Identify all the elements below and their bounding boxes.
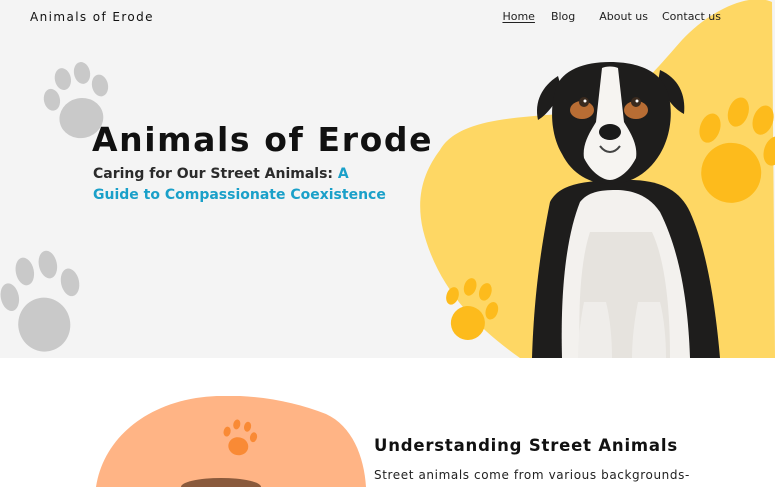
paw-print-icon — [446, 278, 499, 340]
dog-photo — [532, 62, 720, 358]
section-text: Street animals come from various backgro… — [374, 468, 693, 487]
nav-item-home[interactable]: Home — [502, 10, 534, 23]
site-logo[interactable]: Animals of Erode — [30, 10, 154, 24]
hero-section: Animals of Erode Home Blog About us Cont… — [0, 0, 775, 358]
main-nav: Home Blog About us Contact us — [502, 10, 721, 23]
hero-subtitle: Caring for Our Street Animals: A Guide t… — [93, 164, 393, 206]
hero-subtitle-lead: Caring for Our Street Animals: — [93, 166, 338, 182]
paw-print-icon — [0, 250, 80, 352]
hero-title: Animals of Erode — [92, 120, 434, 159]
section-title: Understanding Street Animals — [374, 436, 678, 455]
nav-item-blog[interactable]: Blog — [551, 10, 575, 23]
understanding-section: Understanding Street Animals Street anim… — [8, 358, 745, 487]
decorative-blob — [96, 396, 366, 487]
page: Animals of Erode Home Blog About us Cont… — [0, 0, 775, 487]
nav-item-about[interactable]: About us — [599, 10, 648, 23]
nav-item-contact[interactable]: Contact us — [662, 10, 721, 23]
